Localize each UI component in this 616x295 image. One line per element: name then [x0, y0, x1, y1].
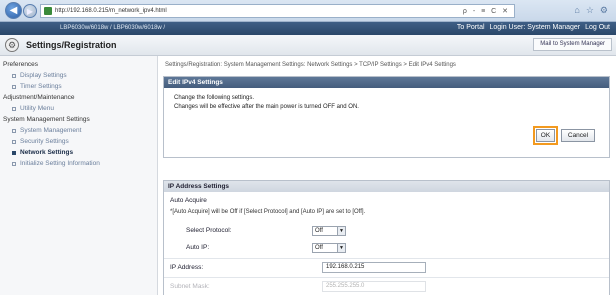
- chevron-down-icon: ▼: [337, 244, 345, 252]
- auto-ip-label: Auto IP:: [186, 244, 210, 251]
- sidebar-item-display-settings[interactable]: Display Settings: [0, 70, 157, 81]
- auto-acquire-label: Auto Acquire: [170, 197, 207, 204]
- edit-ipv4-panel: Edit IPv4 Settings Change the following …: [163, 76, 610, 158]
- browser-chrome: ◀ ▶ http://192.168.0.215/m_network_ipv4.…: [0, 0, 616, 22]
- divider: [164, 258, 609, 259]
- mail-to-system-manager-button[interactable]: Mail to System Manager: [533, 38, 612, 51]
- login-user-text: Login User: System Manager: [489, 24, 581, 31]
- settings-gear-icon: ⚙: [5, 38, 19, 52]
- bullet-icon: [12, 73, 16, 78]
- to-portal-link[interactable]: To Portal: [457, 24, 485, 31]
- ok-button[interactable]: OK: [533, 126, 558, 145]
- title-bar: ⚙ Settings/Registration Mail to System M…: [0, 35, 616, 56]
- device-bar: LBP6030w/6018w / LBP6030w/6018w / To Por…: [0, 22, 616, 35]
- sidebar-item-utility-menu[interactable]: Utility Menu: [0, 103, 157, 114]
- gear-icon[interactable]: ⚙: [600, 5, 608, 16]
- ip-address-settings-title: IP Address Settings: [164, 181, 609, 192]
- select-protocol-value: Off: [315, 228, 323, 234]
- edit-ipv4-title: Edit IPv4 Settings: [164, 77, 609, 88]
- forward-arrow-icon[interactable]: ▶: [23, 4, 37, 18]
- ip-address-settings-panel: IP Address Settings Auto Acquire *[Auto …: [163, 180, 610, 295]
- model-name: LBP6030w/6018w / LBP6030w/6018w /: [60, 25, 166, 31]
- subnet-mask-label: Subnet Mask:: [170, 283, 210, 290]
- auto-ip-value: Off: [315, 245, 323, 251]
- ip-address-label: IP Address:: [170, 264, 204, 271]
- bullet-icon: [12, 84, 16, 89]
- sidebar-item-security-settings[interactable]: Security Settings: [0, 136, 157, 147]
- back-arrow-icon[interactable]: ◀: [5, 2, 22, 19]
- sidebar-item-system-management[interactable]: System Management: [0, 125, 157, 136]
- address-tools[interactable]: ρ - ≡ C ✕: [463, 7, 510, 15]
- breadcrumb: Settings/Registration: System Management…: [165, 62, 456, 68]
- bullet-icon: [12, 106, 16, 111]
- sidebar-item-network-settings[interactable]: Network Settings: [0, 147, 157, 158]
- sidebar-item-timer-settings[interactable]: Timer Settings: [0, 81, 157, 92]
- select-protocol-label: Select Protocol:: [186, 227, 232, 234]
- message-line-1: Change the following settings.: [174, 95, 255, 101]
- chevron-down-icon: ▼: [337, 227, 345, 235]
- home-icon[interactable]: ⌂: [574, 5, 579, 16]
- subnet-mask-field[interactable]: 255.255.255.0: [322, 281, 426, 292]
- sidebar-section-system-management: System Management Settings: [3, 116, 90, 123]
- message-line-2: Changes will be effective after the main…: [174, 104, 359, 110]
- site-icon: [44, 7, 52, 15]
- sidebar: Preferences Display Settings Timer Setti…: [0, 56, 158, 295]
- select-protocol-dropdown[interactable]: Off ▼: [312, 226, 346, 236]
- bullet-icon: [12, 128, 16, 133]
- sidebar-section-adjustment: Adjustment/Maintenance: [3, 94, 75, 101]
- sidebar-item-initialize-setting-information[interactable]: Initialize Setting Information: [0, 158, 157, 169]
- browser-toolbar-icons: ⌂ ☆ ⚙: [574, 5, 608, 16]
- star-icon[interactable]: ☆: [586, 5, 594, 16]
- log-out-link[interactable]: Log Out: [585, 24, 610, 31]
- bullet-icon: [12, 150, 16, 155]
- auto-acquire-note: *[Auto Acquire] will be Off if [Select P…: [170, 209, 366, 215]
- address-bar[interactable]: http://192.168.0.215/m_network_ipv4.html…: [40, 4, 515, 18]
- divider: [164, 277, 609, 278]
- device-bar-links: To Portal Login User: System Manager Log…: [454, 24, 610, 31]
- bullet-icon: [12, 139, 16, 144]
- auto-ip-dropdown[interactable]: Off ▼: [312, 243, 346, 253]
- ip-address-field[interactable]: 192.168.0.215: [322, 262, 426, 273]
- page-title: Settings/Registration: [26, 40, 117, 50]
- bullet-icon: [12, 161, 16, 166]
- cancel-button[interactable]: Cancel: [561, 129, 595, 142]
- main-content: Settings/Registration: System Management…: [163, 56, 616, 295]
- sidebar-section-preferences: Preferences: [3, 61, 39, 68]
- url-text: http://192.168.0.215/m_network_ipv4.html: [55, 8, 167, 14]
